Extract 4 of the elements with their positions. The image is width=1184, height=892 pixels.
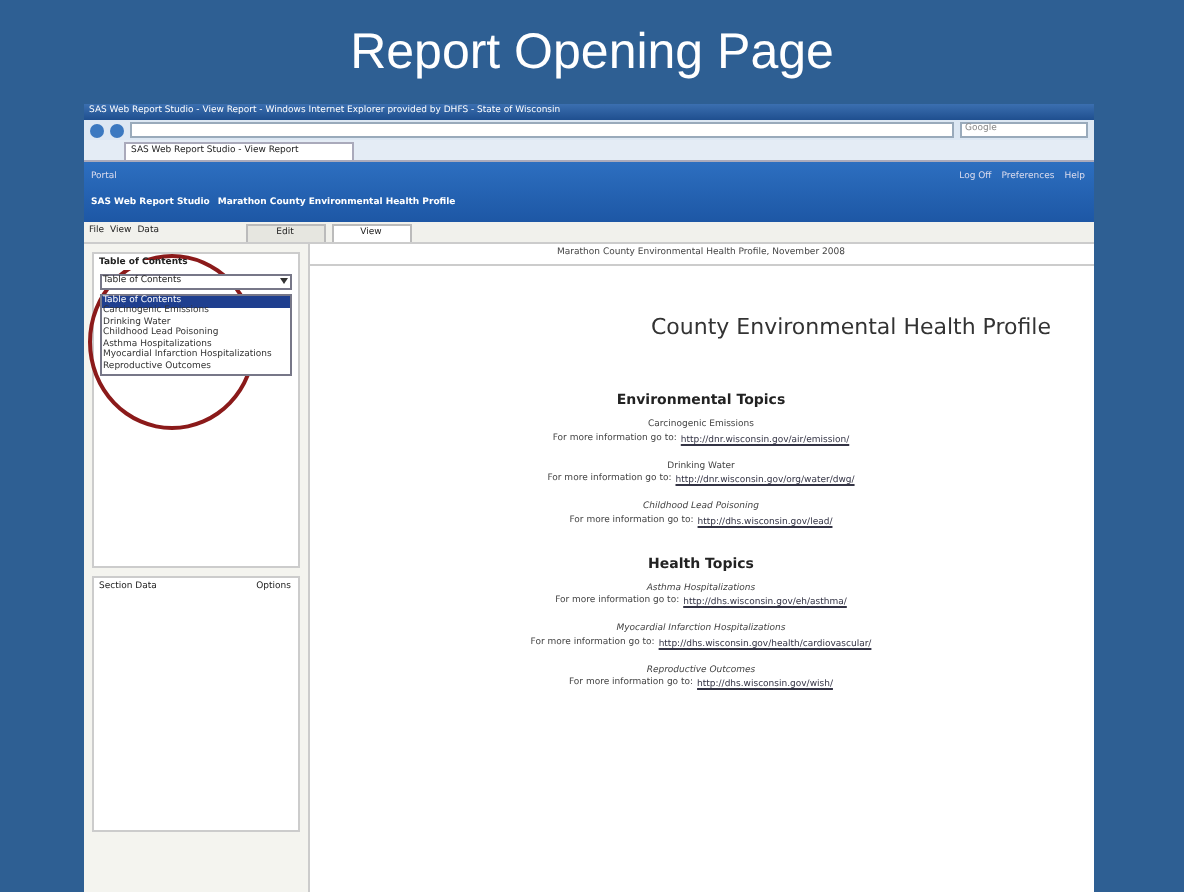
address-field[interactable]	[129, 122, 953, 138]
caret-icon	[279, 278, 287, 285]
slide-title: Report Opening Page	[350, 21, 834, 83]
report-title: County Environmental Health Profile	[650, 314, 1052, 340]
